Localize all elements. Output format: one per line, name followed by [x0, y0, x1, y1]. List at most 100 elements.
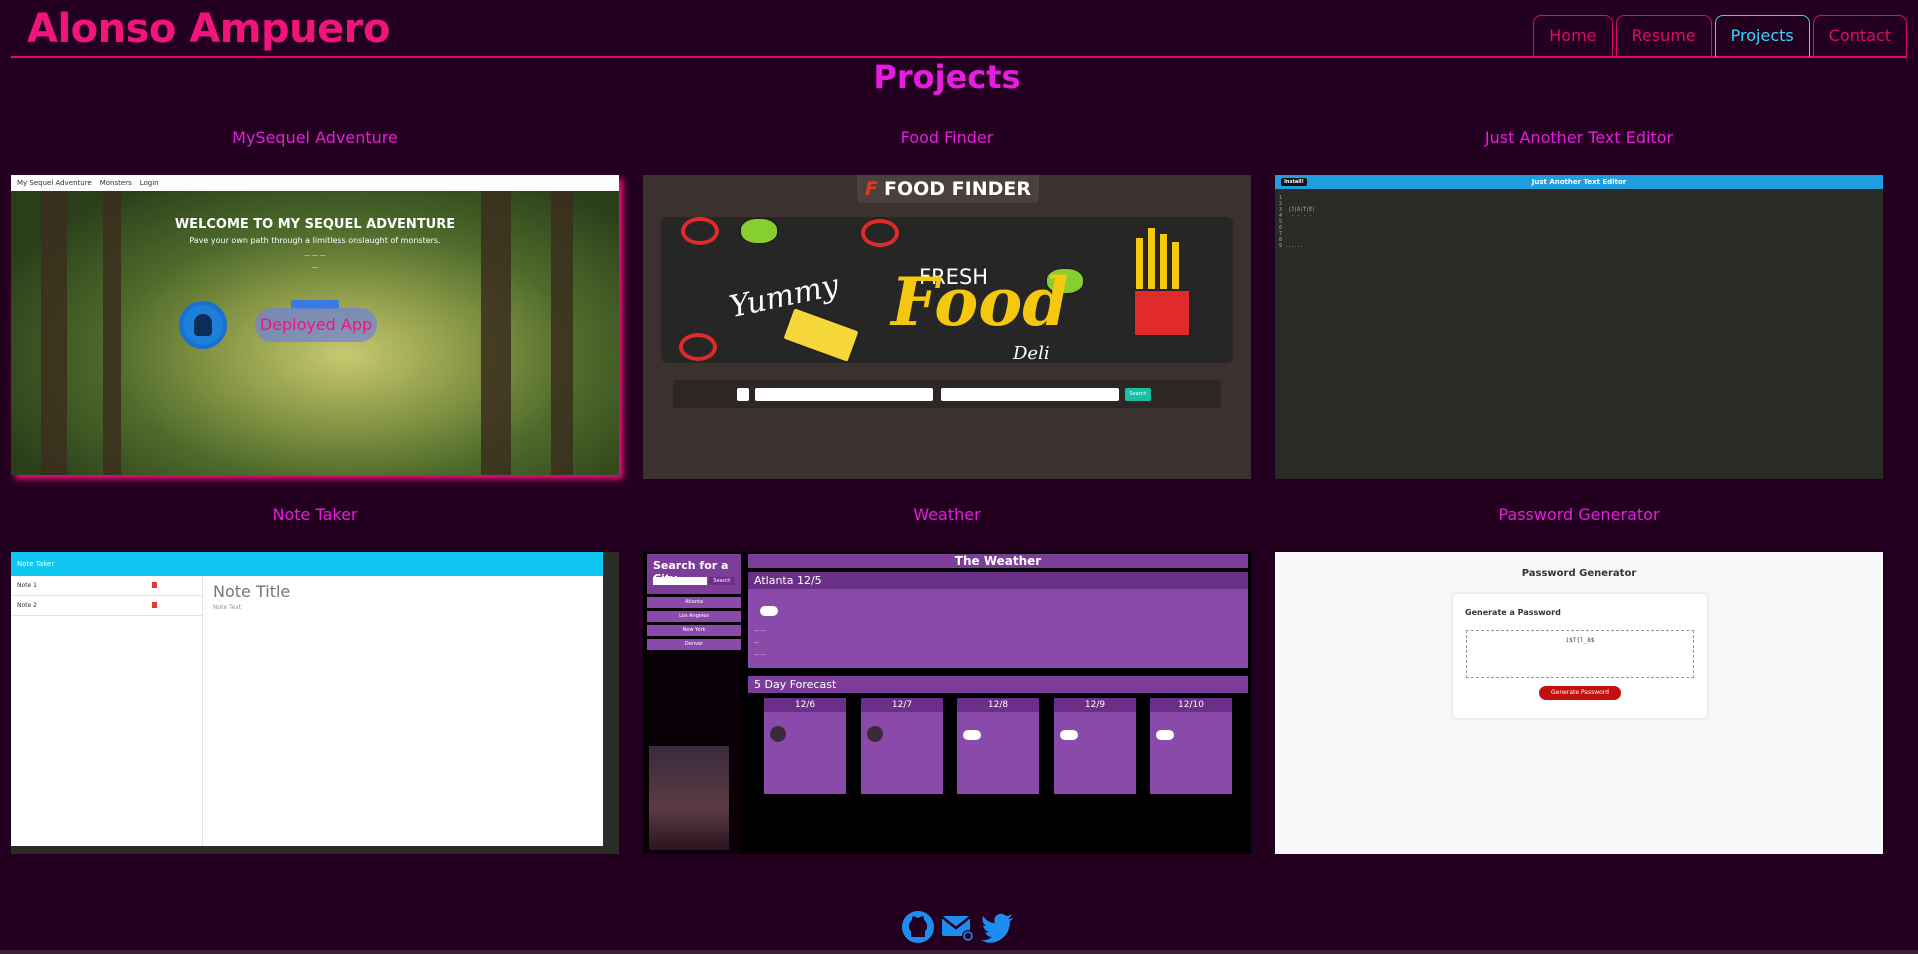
banner-word-food: Food: [891, 263, 1069, 341]
project-thumbnail-mysequel[interactable]: My Sequel Adventure Monsters Login WELCO…: [11, 175, 619, 475]
site-title[interactable]: Alonso Ampuero: [27, 6, 390, 52]
project-title-food-finder: Food Finder: [900, 128, 994, 147]
pepper-icon: [681, 217, 719, 245]
current-weather-heading: Atlanta 12/5: [748, 572, 1248, 589]
fry: [1159, 233, 1168, 297]
preview-text-line: —: [312, 264, 318, 271]
main-nav: Home Resume Projects Contact: [1530, 15, 1907, 57]
install-button[interactable]: Install!: [1281, 178, 1307, 186]
weather-detail-line: — —: [754, 628, 766, 634]
preview-text-line: — — —: [304, 252, 326, 259]
food-finder-brand-text: FOOD FINDER: [883, 178, 1031, 200]
trash-icon[interactable]: [152, 582, 157, 588]
trash-icon[interactable]: [152, 602, 157, 608]
github-icon[interactable]: [900, 910, 936, 944]
weather-search-box: Search for a City Search: [647, 554, 741, 594]
note-side-panel: [603, 552, 619, 854]
city-button[interactable]: Los Angeles: [647, 611, 741, 622]
weather-icon: [867, 726, 883, 742]
jate-app-title: Just Another Text Editor: [1531, 178, 1627, 186]
cloud-icon: [1060, 730, 1078, 740]
food-search-button[interactable]: Search: [1125, 388, 1151, 401]
forecast-date: 12/10: [1150, 698, 1232, 712]
forecast-heading: 5 Day Forecast: [748, 676, 1248, 693]
nav-tab-projects[interactable]: Projects: [1714, 15, 1810, 57]
jate-app-bar: Install! Just Another Text Editor: [1275, 175, 1883, 189]
note-title-field[interactable]: Note Title: [213, 582, 290, 601]
city-button[interactable]: New York: [647, 625, 741, 636]
note-text-field[interactable]: Note Text: [213, 604, 241, 611]
nav-tab-resume[interactable]: Resume: [1615, 15, 1712, 57]
location-input[interactable]: [941, 388, 1119, 401]
lettuce-icon: [739, 217, 779, 245]
preview-subheading: Pave your own path through a limitless o…: [189, 236, 441, 245]
cloud-icon: [1156, 730, 1174, 740]
weather-detail-line: —: [754, 640, 759, 646]
food-search-input[interactable]: [755, 388, 933, 401]
city-search-input[interactable]: [653, 577, 707, 585]
deployed-app-link[interactable]: Deployed App: [255, 308, 377, 342]
project-title-mysequel: MySequel Adventure: [232, 128, 398, 147]
site-header: Alonso Ampuero Home Resume Projects Cont…: [11, 0, 1907, 58]
project-title-note-taker: Note Taker: [272, 505, 358, 524]
note-taker-title: Note Taker: [17, 560, 55, 568]
project-thumbnail-weather[interactable]: Search for a City Search Atlanta Los Ang…: [643, 552, 1251, 854]
project-title-weather: Weather: [913, 505, 981, 524]
food-finder-brand: F FOOD FINDER: [857, 175, 1039, 203]
project-title-password-generator: Password Generator: [1498, 505, 1660, 524]
forecast-card: 12/7: [861, 698, 943, 794]
project-thumbnail-food-finder[interactable]: F FOOD FINDER Yummy FRESH Food Deli Searc…: [643, 175, 1251, 479]
preview-nav-link: Login: [139, 179, 159, 187]
list-item[interactable]: Note 1: [11, 576, 202, 596]
forecast-date: 12/9: [1054, 698, 1136, 712]
project-thumbnail-text-editor[interactable]: Install! Just Another Text Editor 1 2 _ …: [1275, 175, 1883, 479]
note-taker-bar: Note Taker: [11, 552, 619, 576]
city-button[interactable]: Atlanta: [647, 597, 741, 608]
city-button[interactable]: Denver: [647, 639, 741, 650]
city-search-button[interactable]: Search: [709, 577, 735, 585]
pepper-icon: [861, 219, 899, 247]
food-search-bar: Search: [673, 380, 1221, 408]
footer-links: [900, 910, 1016, 944]
filter-icon[interactable]: [737, 388, 749, 401]
weather-detail-line: — —: [754, 652, 766, 658]
page-title: Projects: [873, 58, 1021, 96]
banner-word-deli: Deli: [1013, 343, 1050, 364]
fries-box: [1133, 289, 1191, 337]
bread-icon: [781, 305, 861, 365]
cloud-icon: [760, 606, 778, 616]
nav-tab-contact[interactable]: Contact: [1812, 15, 1907, 57]
cloud-icon: [963, 730, 981, 740]
forecast-card: 12/8: [957, 698, 1039, 794]
generate-password-button[interactable]: Generate Password: [1539, 686, 1621, 700]
note-label: Note 2: [17, 602, 37, 609]
preview-nav-brand: My Sequel Adventure: [17, 179, 92, 187]
weather-icon: [770, 726, 786, 742]
page-bottom-border: [0, 950, 1918, 954]
forecast-date: 12/8: [957, 698, 1039, 712]
profile-photo: [649, 746, 729, 850]
email-icon[interactable]: [940, 910, 976, 944]
list-item[interactable]: Note 2: [11, 596, 202, 616]
weather-sidebar: Search for a City Search Atlanta Los Ang…: [647, 554, 741, 854]
forecast-date: 12/7: [861, 698, 943, 712]
weather-app-heading: The Weather: [748, 554, 1248, 568]
project-thumbnail-note-taker[interactable]: Note Taker Note 1 Note 2 Note Title Note…: [11, 552, 619, 854]
project-thumbnail-password-generator[interactable]: Password Generator Generate a Password i…: [1275, 552, 1883, 854]
note-label: Note 1: [17, 582, 37, 589]
fry: [1147, 227, 1156, 297]
jate-code-area[interactable]: 1 2 _ _ _ _ 3 |J|A|T|E| 4 - - - - 5 6 7 …: [1279, 195, 1315, 249]
pepper-icon: [679, 333, 717, 361]
password-output[interactable]: i$T{l_8$: [1466, 630, 1694, 678]
github-icon[interactable]: [179, 301, 227, 349]
forecast-card: 12/6: [764, 698, 846, 794]
twitter-icon[interactable]: [980, 910, 1016, 944]
note-footer: [11, 846, 619, 854]
preview-navbar: My Sequel Adventure Monsters Login: [11, 175, 619, 191]
forecast-card: 12/9: [1054, 698, 1136, 794]
fry: [1135, 237, 1144, 297]
nav-tab-home[interactable]: Home: [1533, 15, 1613, 57]
food-finder-logo-icon: F: [865, 178, 878, 200]
note-list: Note 1 Note 2: [11, 576, 203, 846]
food-banner: Yummy FRESH Food Deli: [661, 217, 1233, 365]
